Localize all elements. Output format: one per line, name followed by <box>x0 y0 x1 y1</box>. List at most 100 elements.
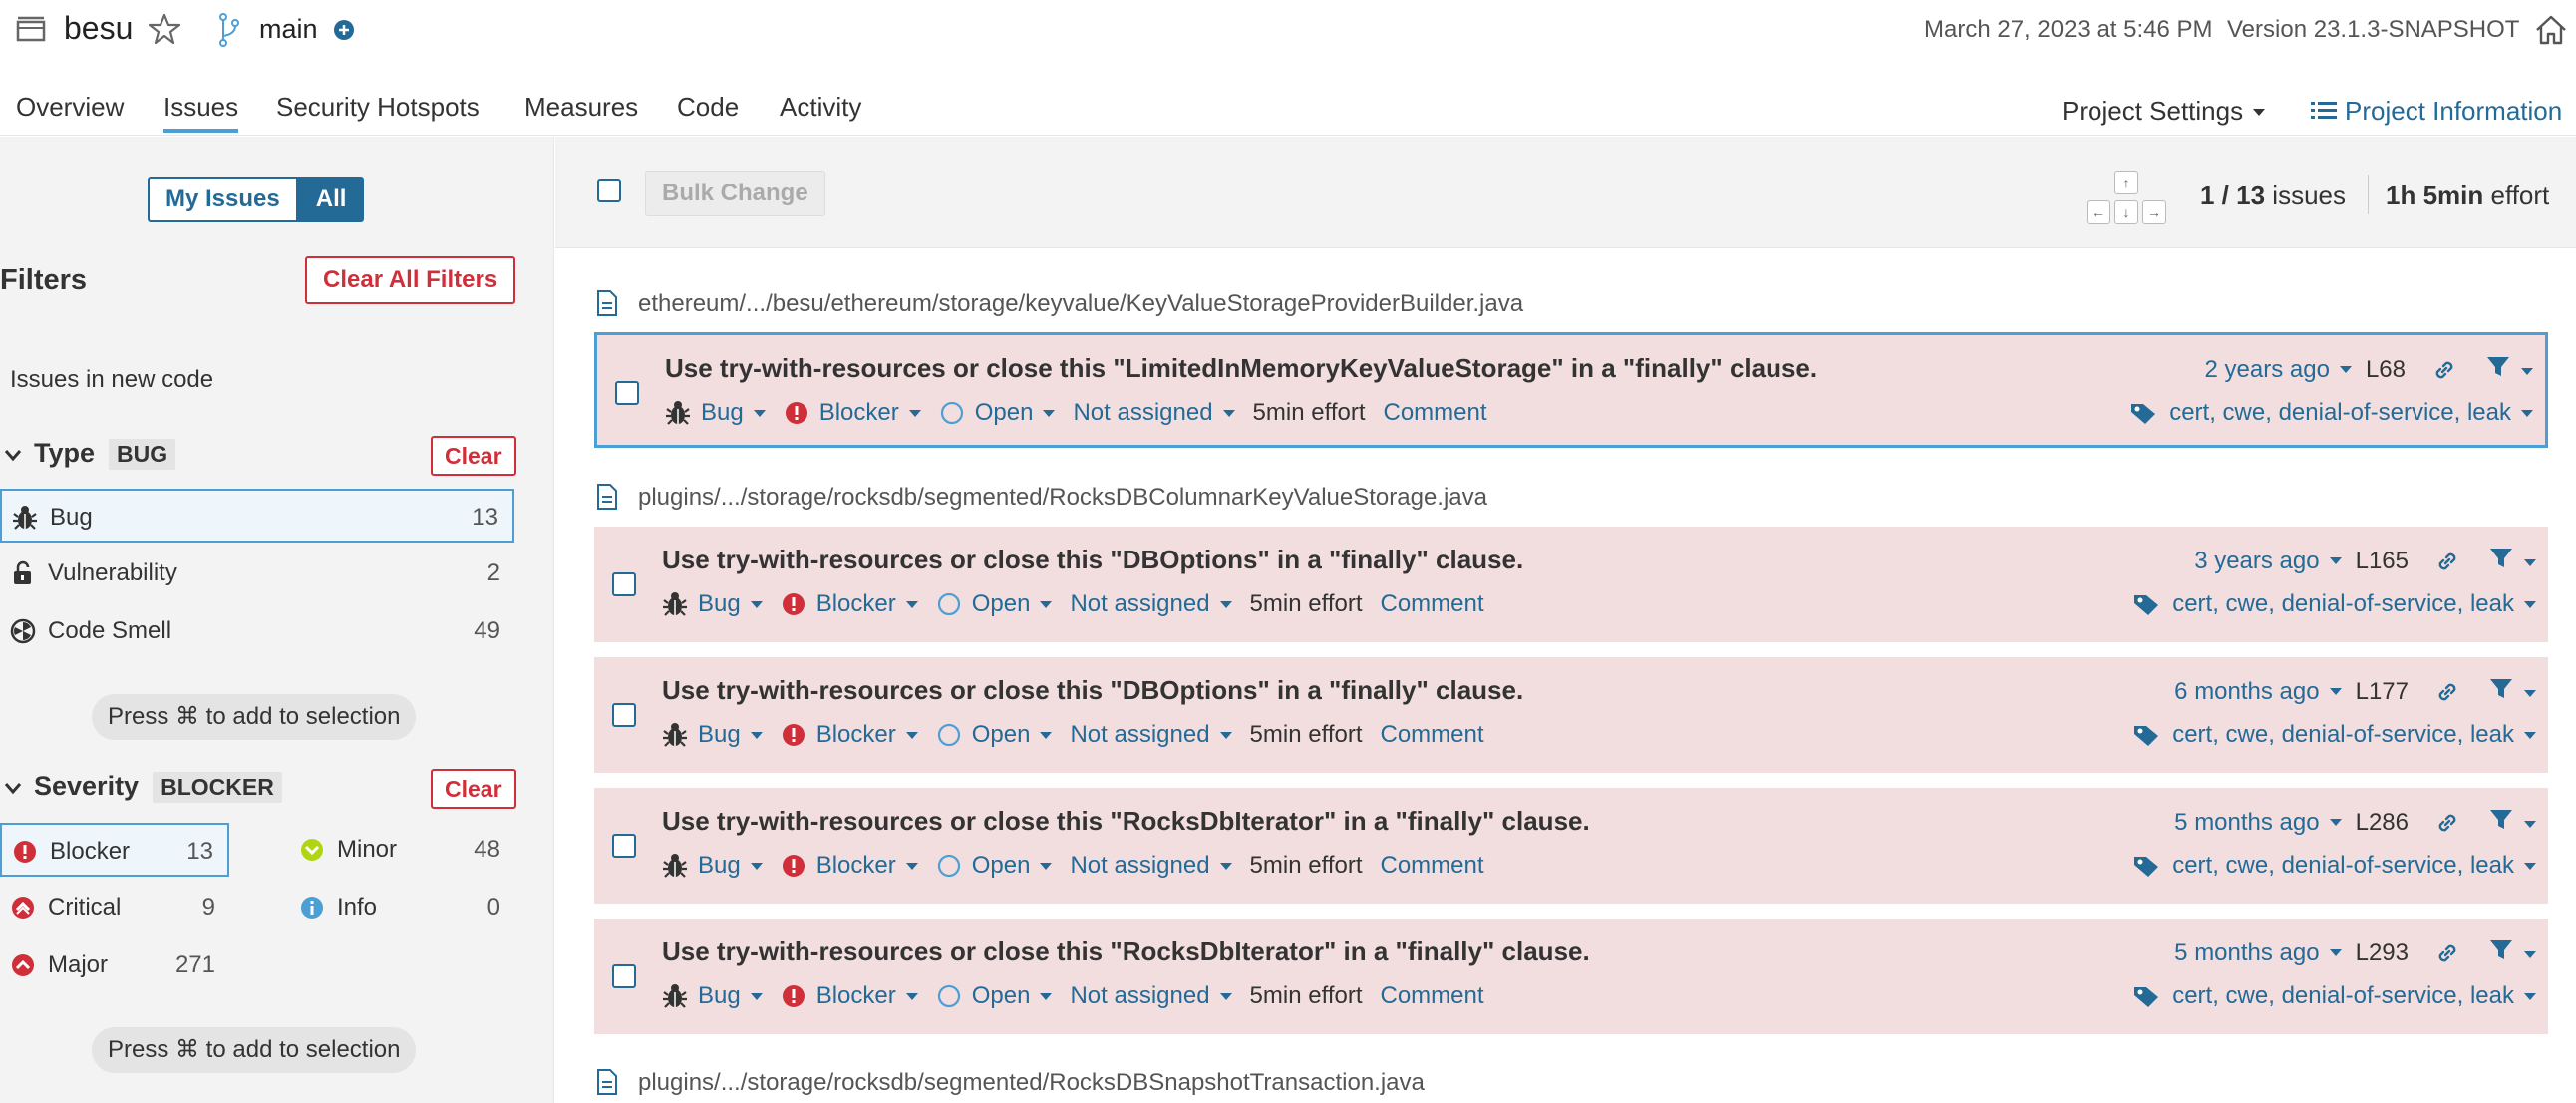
issue-card[interactable]: Use try-with-resources or close this "Ro… <box>594 788 2548 904</box>
issue-filter-dropdown[interactable] <box>2485 353 2533 386</box>
issue-card[interactable]: Use try-with-resources or close this "Ro… <box>594 919 2548 1034</box>
clear-type-button[interactable]: Clear <box>431 436 516 476</box>
issue-card[interactable]: Use try-with-resources or close this "Li… <box>594 332 2548 448</box>
issue-comment-link[interactable]: Comment <box>1381 590 1484 618</box>
bug-icon <box>666 401 690 425</box>
issue-checkbox[interactable] <box>612 964 636 988</box>
issue-status-dropdown[interactable]: Open <box>936 721 1053 749</box>
issue-line: L293 <box>2355 938 2409 966</box>
issue-filter-dropdown[interactable] <box>2488 936 2536 969</box>
issue-severity-dropdown[interactable]: Blocker <box>781 721 918 749</box>
issue-severity-dropdown[interactable]: Blocker <box>781 852 918 880</box>
issue-status-dropdown[interactable]: Open <box>939 399 1056 427</box>
severity-item-info[interactable]: Info 0 <box>289 881 514 934</box>
all-issues-button[interactable]: All <box>297 177 365 222</box>
tab-code[interactable]: Code <box>677 92 739 123</box>
tab-security-hotspots[interactable]: Security Hotspots <box>276 92 480 123</box>
issue-message[interactable]: Use try-with-resources or close this "DB… <box>662 675 1523 706</box>
issue-message[interactable]: Use try-with-resources or close this "Li… <box>665 353 1817 384</box>
file-path[interactable]: plugins/.../storage/rocksdb/segmented/Ro… <box>596 1068 1425 1097</box>
issue-assignee-label: Not assigned <box>1070 590 1210 617</box>
select-all-checkbox[interactable] <box>597 179 621 202</box>
clear-severity-button[interactable]: Clear <box>431 769 516 809</box>
issue-comment-link[interactable]: Comment <box>1381 721 1484 749</box>
issue-checkbox[interactable] <box>612 834 636 858</box>
issue-tags-dropdown[interactable]: cert, cwe, denial-of-service, leak <box>2129 399 2533 427</box>
link-icon[interactable] <box>2431 357 2457 383</box>
type-item-bug[interactable]: Bug 13 <box>0 489 514 543</box>
issue-checkbox[interactable] <box>615 381 639 405</box>
issue-checkbox[interactable] <box>612 703 636 727</box>
issue-filter-dropdown[interactable] <box>2488 806 2536 839</box>
issue-message[interactable]: Use try-with-resources or close this "DB… <box>662 545 1523 575</box>
issue-checkbox[interactable] <box>612 572 636 596</box>
file-path[interactable]: ethereum/.../besu/ethereum/storage/keyva… <box>596 289 1523 318</box>
type-item-vulnerability[interactable]: Vulnerability 2 <box>0 547 514 600</box>
issue-type-dropdown[interactable]: Bug <box>662 982 763 1010</box>
branch-name[interactable]: main <box>259 14 318 45</box>
file-path[interactable]: plugins/.../storage/rocksdb/segmented/Ro… <box>596 483 1487 512</box>
issue-assignee-dropdown[interactable]: Not assigned <box>1070 721 1232 749</box>
issue-type-dropdown[interactable]: Bug <box>662 852 763 880</box>
issue-severity-dropdown[interactable]: Blocker <box>781 590 918 618</box>
issue-filter-dropdown[interactable] <box>2488 545 2536 577</box>
issue-age-dropdown[interactable]: 2 years ago <box>2205 356 2352 384</box>
issue-type-dropdown[interactable]: Bug <box>662 590 763 618</box>
severity-item-blocker[interactable]: Blocker 13 <box>0 823 229 877</box>
issue-comment-link[interactable]: Comment <box>1381 852 1484 880</box>
issue-age-dropdown[interactable]: 5 months ago <box>2174 939 2342 967</box>
my-issues-button[interactable]: My Issues <box>148 177 298 222</box>
chevron-down-icon <box>1040 731 1053 739</box>
project-name[interactable]: besu <box>64 10 133 47</box>
issue-filter-dropdown[interactable] <box>2488 675 2536 708</box>
star-icon[interactable] <box>148 12 181 46</box>
issue-message[interactable]: Use try-with-resources or close this "Ro… <box>662 806 1590 837</box>
issue-age-dropdown[interactable]: 3 years ago <box>2194 548 2342 575</box>
issue-severity-dropdown[interactable]: Blocker <box>781 982 918 1010</box>
severity-item-minor[interactable]: Minor 48 <box>289 823 514 877</box>
home-icon[interactable] <box>2534 14 2568 46</box>
link-icon[interactable] <box>2434 679 2460 705</box>
severity-item-major[interactable]: Major 271 <box>0 938 229 992</box>
new-code-filter[interactable]: Issues in new code <box>10 366 213 394</box>
project-settings-menu[interactable]: Project Settings <box>2062 96 2266 127</box>
issue-status-dropdown[interactable]: Open <box>936 590 1053 618</box>
issue-status-dropdown[interactable]: Open <box>936 852 1053 880</box>
issue-age-dropdown[interactable]: 5 months ago <box>2174 809 2342 837</box>
bulk-change-button[interactable]: Bulk Change <box>645 171 825 216</box>
issue-tags-dropdown[interactable]: cert, cwe, denial-of-service, leak <box>2132 590 2536 618</box>
issue-tags-dropdown[interactable]: cert, cwe, denial-of-service, leak <box>2132 852 2536 880</box>
issue-assignee-dropdown[interactable]: Not assigned <box>1070 590 1232 618</box>
link-icon[interactable] <box>2434 549 2460 574</box>
issue-severity-dropdown[interactable]: Blocker <box>784 399 921 427</box>
issue-tags-dropdown[interactable]: cert, cwe, denial-of-service, leak <box>2132 982 2536 1010</box>
link-icon[interactable] <box>2434 940 2460 966</box>
tab-overview[interactable]: Overview <box>16 92 124 123</box>
severity-item-critical[interactable]: Critical 9 <box>0 881 229 934</box>
issue-tags-dropdown[interactable]: cert, cwe, denial-of-service, leak <box>2132 721 2536 749</box>
issue-type-dropdown[interactable]: Bug <box>662 721 763 749</box>
issue-card[interactable]: Use try-with-resources or close this "DB… <box>594 657 2548 773</box>
severity-facet-header[interactable]: Severity BLOCKER <box>4 771 282 803</box>
issue-status-dropdown[interactable]: Open <box>936 982 1053 1010</box>
issue-card[interactable]: Use try-with-resources or close this "DB… <box>594 527 2548 642</box>
issue-type-dropdown[interactable]: Bug <box>665 399 766 427</box>
list-icon <box>2311 102 2337 119</box>
version-label: Version 23.1.3-SNAPSHOT <box>2227 16 2520 43</box>
tab-measures[interactable]: Measures <box>524 92 638 123</box>
type-item-code-smell[interactable]: Code Smell 49 <box>0 604 514 658</box>
issue-comment-link[interactable]: Comment <box>1381 982 1484 1010</box>
issue-age-dropdown[interactable]: 6 months ago <box>2174 678 2342 706</box>
issue-assignee-dropdown[interactable]: Not assigned <box>1073 399 1235 427</box>
link-icon[interactable] <box>2434 810 2460 836</box>
plus-circle-icon[interactable] <box>333 19 355 41</box>
issue-assignee-dropdown[interactable]: Not assigned <box>1070 852 1232 880</box>
tab-activity[interactable]: Activity <box>780 92 861 123</box>
issue-assignee-dropdown[interactable]: Not assigned <box>1070 982 1232 1010</box>
type-facet-header[interactable]: Type BUG <box>4 438 176 470</box>
project-information-link[interactable]: Project Information <box>2311 96 2562 127</box>
issue-comment-link[interactable]: Comment <box>1384 399 1487 427</box>
clear-all-filters-button[interactable]: Clear All Filters <box>305 256 516 304</box>
tab-issues[interactable]: Issues <box>163 92 239 133</box>
issue-message[interactable]: Use try-with-resources or close this "Ro… <box>662 936 1590 967</box>
